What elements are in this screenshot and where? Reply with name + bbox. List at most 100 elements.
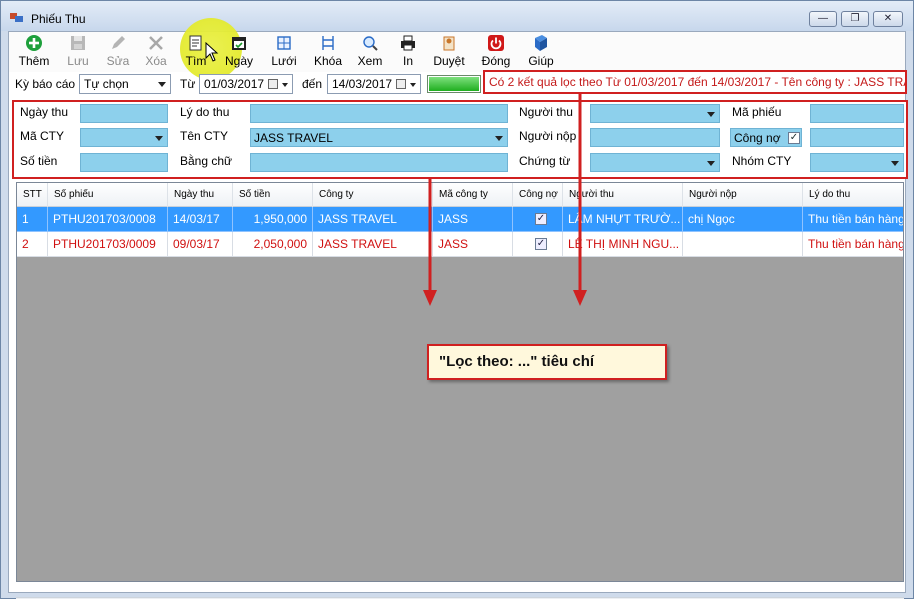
progress-bar [427, 75, 481, 93]
nguoi-thu-select[interactable] [590, 104, 720, 123]
ly-do-thu-input[interactable] [250, 104, 508, 123]
header-nguoi-nop[interactable]: Người nộp [683, 183, 803, 207]
chevron-down-icon [707, 161, 715, 166]
duyet-button[interactable]: Duyệt [431, 34, 467, 72]
table-row[interactable]: 1 PTHU201703/0008 14/03/17 1,950,000 JAS… [17, 207, 903, 232]
header-ma-cong-ty[interactable]: Mã công ty [433, 183, 513, 207]
ngay-button[interactable]: Ngày [221, 34, 257, 72]
ten-cty-value: JASS TRAVEL [254, 131, 333, 145]
xem-label: Xem [357, 54, 383, 68]
help-book-icon [535, 35, 547, 51]
cell-so-tien: 1,950,000 [233, 207, 313, 232]
phieu-thu-window: Phiếu Thu — ❐ ✕ Thêm Lưu Sửa Xóa Tìm Ngà… [0, 0, 914, 599]
cell-so-tien: 2,050,000 [233, 232, 313, 257]
luoi-button[interactable]: Lưới [269, 34, 299, 72]
xoa-button[interactable]: Xóa [141, 34, 171, 72]
cong-no-row-checkbox[interactable]: ✓ [535, 213, 547, 225]
them-label: Thêm [18, 54, 50, 68]
mouse-cursor-icon [205, 42, 219, 62]
tu-date-value: 01/03/2017 [204, 77, 265, 91]
cell-stt: 1 [17, 207, 48, 232]
cell-nguoi-nop [683, 232, 803, 257]
cell-nguoi-thu: LÊ THỊ MINH NGU... [563, 232, 683, 257]
cell-ngay-thu: 14/03/17 [168, 207, 233, 232]
receipts-grid[interactable]: STT Số phiếu Ngày thu Số tiền Công ty Mã… [16, 182, 904, 582]
so-tien-input[interactable] [80, 153, 168, 172]
header-cong-no[interactable]: Công nợ [513, 183, 563, 207]
chevron-down-icon [158, 82, 166, 87]
ma-phieu-input[interactable] [810, 104, 904, 123]
den-date-value: 14/03/2017 [332, 77, 393, 91]
calendar-icon [396, 79, 406, 89]
ngay-thu-label: Ngày thu [20, 105, 69, 119]
maximize-button[interactable]: ❐ [841, 11, 869, 27]
nhom-cty-select[interactable] [810, 153, 904, 172]
approve-icon [443, 36, 455, 51]
cell-cong-ty: JASS TRAVEL [313, 232, 433, 257]
toolbar: Thêm Lưu Sửa Xóa Tìm Ngày Lưới Khóa Xem … [9, 18, 905, 80]
calendar-icon [268, 79, 278, 89]
khoa-label: Khóa [313, 54, 343, 68]
dong-button[interactable]: Đóng [479, 34, 513, 72]
chung-tu-select[interactable] [590, 153, 720, 172]
cell-ngay-thu: 09/03/17 [168, 232, 233, 257]
bang-chu-input[interactable] [250, 153, 508, 172]
cong-no-label: Công nợ [734, 131, 781, 145]
grid-icon [277, 36, 291, 50]
khoa-button[interactable]: Khóa [311, 34, 345, 72]
header-nguoi-thu[interactable]: Người thu [563, 183, 683, 207]
floppy-icon [71, 36, 85, 50]
tu-label: Từ [180, 77, 196, 91]
ma-cty-label: Mã CTY [20, 129, 65, 143]
den-date-picker[interactable]: 14/03/2017 [327, 74, 421, 94]
progress-fill [429, 77, 479, 91]
lock-grid-icon [322, 36, 334, 50]
bang-chu-label: Bằng chữ [180, 154, 233, 168]
ky-bao-cao-value: Tự chọn [84, 77, 129, 91]
nguoi-nop-label: Người nộp [519, 129, 577, 143]
filter-result-summary: Có 2 kết quả lọc theo Từ 01/03/2017 đến … [483, 70, 907, 94]
power-icon [488, 35, 504, 51]
header-ngay-thu[interactable]: Ngày thu [168, 183, 233, 207]
grid-header: STT Số phiếu Ngày thu Số tiền Công ty Mã… [17, 183, 903, 207]
cong-no-checkbox[interactable]: ✓ [788, 132, 800, 144]
luu-button[interactable]: Lưu [63, 34, 93, 72]
search-doc-icon [189, 35, 202, 51]
close-window-button[interactable]: ✕ [873, 11, 903, 27]
them-button[interactable]: Thêm [17, 34, 51, 72]
header-ly-do-thu[interactable]: Lý do thu [803, 183, 903, 207]
header-stt[interactable]: STT [17, 183, 48, 207]
nguoi-nop-input[interactable] [590, 128, 720, 147]
minimize-button[interactable]: — [809, 11, 837, 27]
xem-button[interactable]: Xem [355, 34, 385, 72]
ngay-thu-input[interactable] [80, 104, 168, 123]
cong-no-row-checkbox[interactable]: ✓ [535, 238, 547, 250]
cell-cong-ty: JASS TRAVEL [313, 207, 433, 232]
in-button[interactable]: In [397, 34, 419, 72]
giup-button[interactable]: Giúp [525, 34, 557, 72]
pencil-icon [112, 36, 125, 49]
chevron-down-icon [891, 161, 899, 166]
cell-nguoi-nop: chị Ngọc [683, 207, 803, 232]
filter-panel: Ngày thu Lý do thu Người thu Mã phiếu Mã… [12, 100, 908, 179]
ten-cty-label: Tên CTY [180, 129, 229, 143]
window-title: Phiếu Thu [31, 12, 86, 26]
header-so-tien[interactable]: Số tiền [233, 183, 313, 207]
nguoi-thu-label: Người thu [519, 105, 573, 119]
ky-bao-cao-select[interactable]: Tự chọn [79, 74, 171, 94]
cell-ly-do-thu: Thu tiền bán hàng [803, 232, 903, 257]
luoi-label: Lưới [271, 54, 297, 68]
header-so-phieu[interactable]: Số phiếu [48, 183, 168, 207]
sua-button[interactable]: Sửa [103, 34, 133, 72]
ten-cty-select[interactable]: JASS TRAVEL [250, 128, 508, 147]
header-cong-ty[interactable]: Công ty [313, 183, 433, 207]
table-row[interactable]: 2 PTHU201703/0009 09/03/17 2,050,000 JAS… [17, 232, 903, 257]
title-bar[interactable]: Phiếu Thu — ❐ ✕ [1, 1, 913, 31]
luu-label: Lưu [67, 54, 89, 68]
tu-date-picker[interactable]: 01/03/2017 [199, 74, 293, 94]
dong-label: Đóng [481, 54, 511, 68]
plus-circle-icon [26, 35, 42, 51]
sua-label: Sửa [106, 54, 130, 68]
cong-no-input[interactable] [810, 128, 904, 147]
ma-cty-select[interactable] [80, 128, 168, 147]
